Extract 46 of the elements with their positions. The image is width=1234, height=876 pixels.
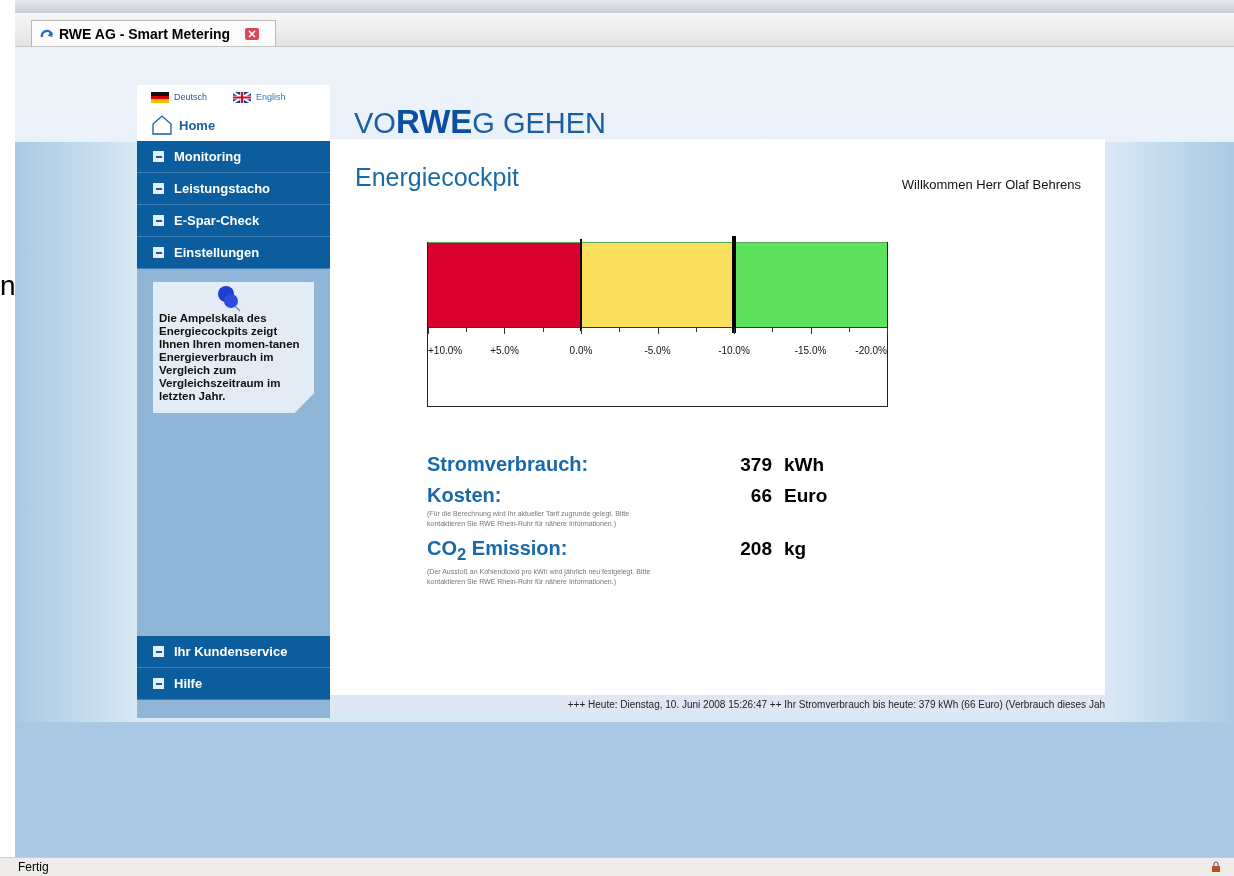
- expand-icon: [153, 678, 164, 689]
- scale-label: -15.0%: [794, 345, 827, 356]
- flag-icon: [233, 91, 252, 103]
- expand-icon: [153, 215, 164, 226]
- reload-icon: [40, 28, 54, 39]
- cut-text: n: [0, 272, 16, 300]
- expand-icon: [153, 151, 164, 162]
- nav-item[interactable]: Einstellungen: [137, 237, 330, 269]
- metric-label: Kosten:: [427, 484, 503, 507]
- expand-icon: [153, 646, 164, 657]
- pushpin-icon: [215, 284, 242, 312]
- nav-item[interactable]: Monitoring: [137, 141, 330, 173]
- scale-label: 0.0%: [569, 345, 593, 356]
- expand-icon: [153, 183, 164, 194]
- scale-label: -10.0%: [718, 345, 750, 356]
- nav-item[interactable]: E-Spar-Check: [137, 205, 330, 237]
- metric-label: CO$_{2}$ Emission:: [427, 537, 569, 565]
- house-icon: [151, 115, 173, 135]
- scale-label: +10.0%: [428, 345, 463, 356]
- nav-item[interactable]: Hilfe: [137, 668, 330, 700]
- metric-value: 66: [749, 485, 772, 507]
- status-text: Fertig: [18, 860, 49, 874]
- scale-label: -5.0%: [644, 345, 671, 356]
- home-link[interactable]: Home: [137, 109, 330, 141]
- logo: VORWEG GEHEN: [353, 102, 608, 141]
- scale-label: -20.0%: [855, 345, 887, 356]
- browser-tab[interactable]: RWE AG - Smart Metering: [31, 20, 277, 46]
- flag-icon: [151, 91, 169, 103]
- metric-unit: kWh: [784, 454, 825, 476]
- language-link[interactable]: English: [233, 91, 286, 103]
- metric-value: 208: [739, 538, 772, 560]
- nav-item[interactable]: Ihr Kundenservice: [137, 636, 330, 668]
- info-text: Die Ampelskala des Energiecockpits zeigt Ihnen Ihren momen-tanen Energieverbrauch im Vergleich zum Vergleichszeitraum im letzten Jahr.: [159, 312, 301, 403]
- lock-icon: [1210, 861, 1222, 873]
- metric-unit: Euro: [784, 485, 828, 507]
- nav-item[interactable]: Leistungstacho: [137, 173, 330, 205]
- language-link[interactable]: Deutsch: [151, 91, 208, 103]
- page-title: Energiecockpit: [355, 163, 519, 192]
- metric-value: 379: [739, 454, 772, 476]
- welcome-text: Willkommen Herr Olaf Behrens: [901, 177, 1081, 192]
- metric-unit: kg: [784, 538, 807, 560]
- news-ticker: +++ Heute: Dienstag, 10. Juni 2008 15:26:47 ++ Ihr Stromverbrauch bis heute: 379 kWh (66 Euro) (Verbrauch dieses Jah: [330, 695, 1105, 714]
- metric-label: Stromverbrauch:: [427, 453, 590, 476]
- expand-icon: [153, 247, 164, 258]
- close-icon[interactable]: [245, 27, 260, 40]
- scale-label: +5.0%: [490, 345, 519, 356]
